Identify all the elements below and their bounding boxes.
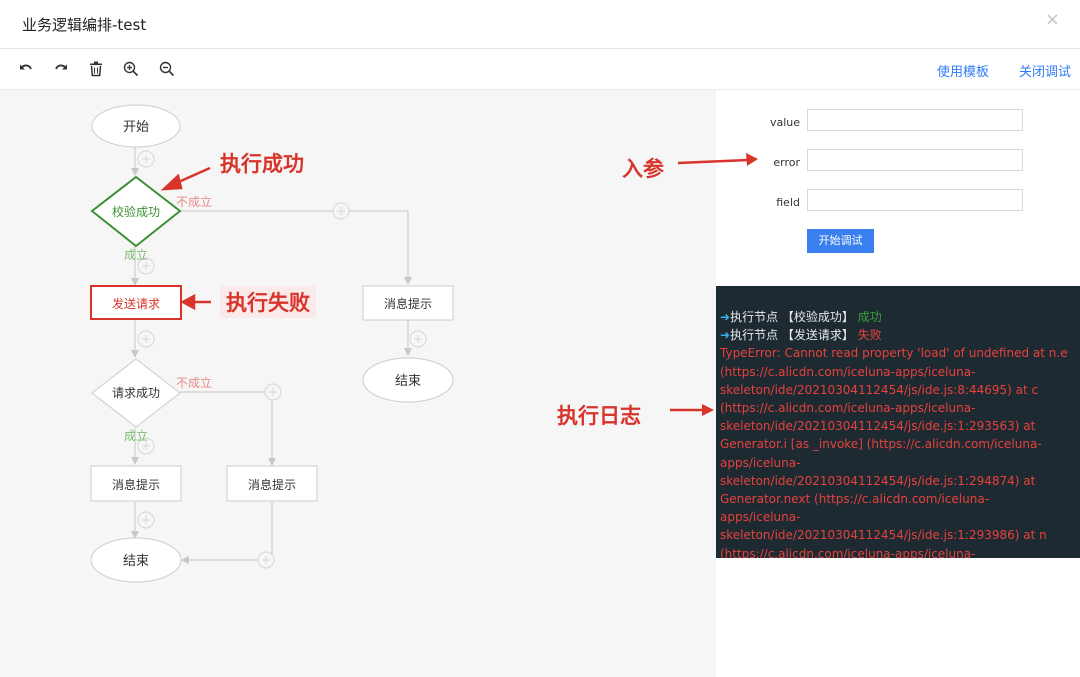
use-template-link[interactable]: 使用模板 xyxy=(937,61,989,80)
arrow-right-icon: ➜ xyxy=(720,328,731,343)
param-value-label: value xyxy=(769,116,800,129)
log-error-line: apps/iceluna- xyxy=(720,455,801,470)
flow-canvas[interactable]: 开始 校验成功 不成立 成立 发送请求 消息提示 结束 请求成功 不成立 成立 … xyxy=(0,90,716,677)
add-node-icon[interactable] xyxy=(409,330,427,348)
add-node-icon[interactable] xyxy=(332,202,350,220)
log-error-line: skeleton/ide/20210304112454/js/ide.js:1:… xyxy=(720,419,1036,434)
param-field-label: field xyxy=(776,196,800,209)
start-debug-button[interactable]: 开始调试 xyxy=(807,229,874,253)
verify-branch-no-label: 不成立 xyxy=(176,194,212,209)
flow-diagram: 开始 校验成功 不成立 成立 发送请求 消息提示 结束 请求成功 不成立 成立 … xyxy=(90,104,454,583)
annotation-arrow xyxy=(677,153,758,166)
edge-verify-msg xyxy=(180,210,412,285)
send-request-label: 发送请求 xyxy=(112,296,160,311)
dialog-title: 业务逻辑编排-test xyxy=(22,16,147,34)
log-status-success: 成功 xyxy=(857,310,882,324)
annotation-exec-log: 执行日志 xyxy=(557,404,641,428)
log-error-line: Generator.i [as _invoke] (https://c.alic… xyxy=(720,437,1042,452)
close-icon[interactable]: × xyxy=(1045,9,1060,30)
annotation-input-params: 入参 xyxy=(622,157,664,181)
annotation-exec-success: 执行成功 xyxy=(220,152,304,176)
delete-icon[interactable] xyxy=(87,60,105,78)
log-status-fail: 失败 xyxy=(857,328,882,343)
edge-request-msg2 xyxy=(180,391,276,466)
arrow-right-icon: ➜ xyxy=(720,310,731,324)
value-input[interactable] xyxy=(807,109,1023,131)
log-error-line: (https://c.alicdn.com/iceluna-apps/icelu… xyxy=(720,401,976,416)
annotation-exec-fail: 执行失败 xyxy=(220,286,316,318)
panel-blank-area xyxy=(716,558,1080,677)
end-node-label: 结束 xyxy=(123,554,149,569)
request-success-label: 请求成功 xyxy=(112,386,160,400)
log-content: ➜执行节点 【校验成功】 成功 ➜执行节点 【发送请求】 失败 TypeErro… xyxy=(720,308,1074,558)
annotation-arrowhead xyxy=(160,173,183,191)
log-error-line: skeleton/ide/20210304112454/js/ide.js:8:… xyxy=(720,382,1039,397)
message-node-label: 消息提示 xyxy=(248,477,296,492)
request-branch-yes-label: 成立 xyxy=(124,428,148,443)
annotation-arrow xyxy=(670,404,714,416)
redo-icon[interactable] xyxy=(52,60,70,78)
message-node-label: 消息提示 xyxy=(384,296,432,311)
add-node-icon[interactable] xyxy=(137,150,155,168)
error-input[interactable] xyxy=(807,149,1023,171)
zoom-in-icon[interactable] xyxy=(122,60,140,78)
request-branch-no-label: 不成立 xyxy=(176,375,212,390)
dialog-header: 业务逻辑编排-test × xyxy=(0,0,1080,49)
log-line: ➜执行节点 【发送请求】 失败 xyxy=(720,328,882,343)
add-node-icon[interactable] xyxy=(137,330,155,348)
log-error-line: apps/iceluna- xyxy=(720,510,801,525)
message-node-label: 消息提示 xyxy=(112,477,160,492)
annotation-arrowhead xyxy=(180,293,196,311)
log-error-line: skeleton/ide/20210304112454/js/ide.js:1:… xyxy=(720,473,1036,488)
edge-msg2-end-bottom xyxy=(181,502,273,564)
add-node-icon[interactable] xyxy=(264,383,282,401)
log-error-line: skeleton/ide/20210304112454/js/ide.js:1:… xyxy=(720,528,1047,543)
verify-success-label: 校验成功 xyxy=(112,204,160,219)
log-error-line: TypeError: Cannot read property 'load' o… xyxy=(720,346,1068,361)
log-line: ➜执行节点 【校验成功】 成功 xyxy=(720,310,882,324)
field-input[interactable] xyxy=(807,189,1023,211)
undo-icon[interactable] xyxy=(17,60,35,78)
start-node-label: 开始 xyxy=(123,120,149,135)
end-node-label: 结束 xyxy=(395,374,421,389)
log-error-line: (https://c.alicdn.com/iceluna-apps/icelu… xyxy=(720,546,976,558)
log-error-line: (https://c.alicdn.com/iceluna-apps/icelu… xyxy=(720,364,976,379)
log-error-line: Generator.next (https://c.alicdn.com/ice… xyxy=(720,492,990,507)
close-debug-link[interactable]: 关闭调试 xyxy=(1019,61,1071,80)
verify-branch-yes-label: 成立 xyxy=(124,247,148,262)
add-node-icon[interactable] xyxy=(257,551,275,569)
zoom-out-icon[interactable] xyxy=(158,60,176,78)
toolbar: 使用模板 关闭调试 xyxy=(0,49,1080,90)
add-node-icon[interactable] xyxy=(137,511,155,529)
execution-log-console[interactable]: ➜执行节点 【校验成功】 成功 ➜执行节点 【发送请求】 失败 TypeErro… xyxy=(716,286,1080,558)
